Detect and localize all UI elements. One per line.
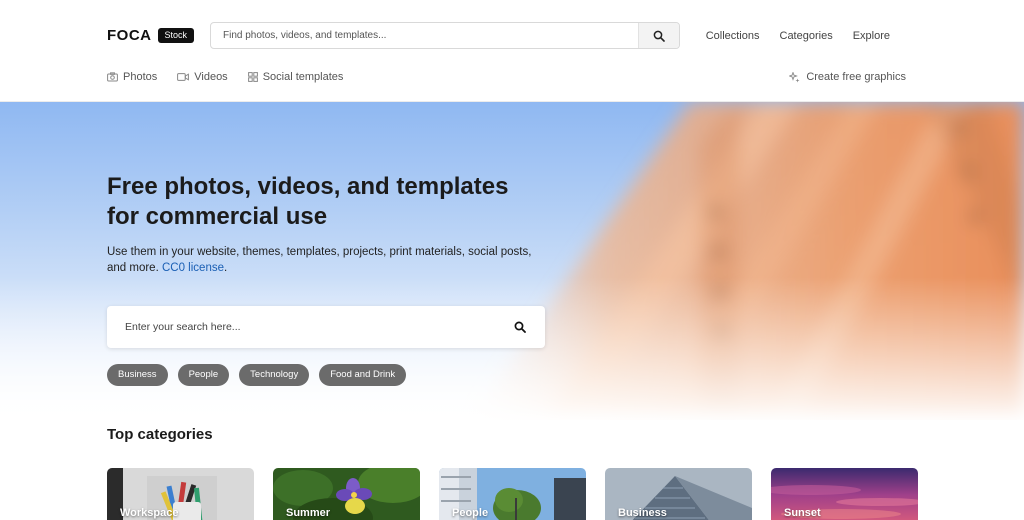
sub-nav-videos-label: Videos (194, 71, 228, 83)
sub-nav-videos[interactable]: Videos (177, 71, 228, 83)
search-icon (653, 30, 665, 42)
brand-logo[interactable]: FOCA Stock (107, 27, 195, 44)
camera-icon (107, 72, 118, 82)
sub-nav-social-templates-label: Social templates (262, 71, 344, 83)
category-label-business: Business (618, 507, 667, 519)
media-type-nav: Photos Videos Social templates (107, 71, 343, 83)
header-search-bar (210, 22, 680, 49)
hero-subtitle-line-2: and more. (107, 262, 159, 274)
header-search-button[interactable] (638, 23, 679, 48)
hero-title-line-1: Free photos, videos, and templates (107, 173, 509, 200)
category-card-summer[interactable]: Summer (273, 468, 420, 520)
category-label-workspace: Workspace (120, 507, 179, 519)
popular-tags: Business People Technology Food and Drin… (107, 364, 407, 386)
tag-chip-food-and-drink[interactable]: Food and Drink (319, 364, 407, 386)
top-categories-heading: Top categories (107, 426, 213, 443)
site-header: FOCA Stock Collections Categories Explor… (0, 0, 1024, 102)
cc0-license-link[interactable]: CC0 license (162, 262, 224, 274)
top-nav: Collections Categories Explore (706, 30, 890, 42)
create-free-graphics-link[interactable]: Create free graphics (789, 71, 906, 83)
hero-search-bar (107, 306, 545, 348)
brand-name: FOCA (107, 27, 152, 44)
hero-subtitle-period: . (223, 262, 228, 274)
sparkle-icon (789, 71, 800, 82)
hero-title-line-2: for commercial use (107, 203, 328, 230)
header-search-input[interactable] (211, 23, 638, 48)
hero-search-input[interactable] (107, 321, 495, 333)
grid-icon (247, 72, 258, 82)
hero-subtitle-line-1: Use them in your website, themes, templa… (107, 246, 532, 258)
nav-explore[interactable]: Explore (853, 30, 890, 42)
sub-nav-photos[interactable]: Photos (107, 71, 157, 83)
category-card-business[interactable]: Business (605, 468, 752, 520)
tag-chip-technology[interactable]: Technology (239, 364, 310, 386)
hero-section: Free photos, videos, and templates for c… (0, 102, 1024, 420)
category-label-summer: Summer (286, 507, 331, 519)
category-card-sunset[interactable]: Sunset (771, 468, 918, 520)
tag-chip-people[interactable]: People (177, 364, 230, 386)
category-label-sunset: Sunset (784, 507, 821, 519)
category-label-people: People (452, 507, 489, 519)
hero-subtitle: Use them in your website, themes, templa… (107, 244, 557, 276)
video-icon (177, 73, 190, 81)
tag-chip-business[interactable]: Business (107, 364, 168, 386)
category-card-workspace[interactable]: Workspace (107, 468, 254, 520)
hero-search-button[interactable] (495, 306, 545, 348)
brand-badge: Stock (157, 28, 195, 43)
category-cards: Workspace Summer People Business Sunset (107, 468, 918, 520)
nav-collections[interactable]: Collections (706, 30, 760, 42)
sub-nav-social-templates[interactable]: Social templates (247, 71, 344, 83)
category-card-people[interactable]: People (439, 468, 586, 520)
nav-categories[interactable]: Categories (780, 30, 833, 42)
sub-nav-photos-label: Photos (123, 71, 158, 83)
search-icon (514, 321, 526, 333)
create-free-graphics-label: Create free graphics (806, 71, 906, 83)
hero-title: Free photos, videos, and templates for c… (107, 172, 567, 232)
